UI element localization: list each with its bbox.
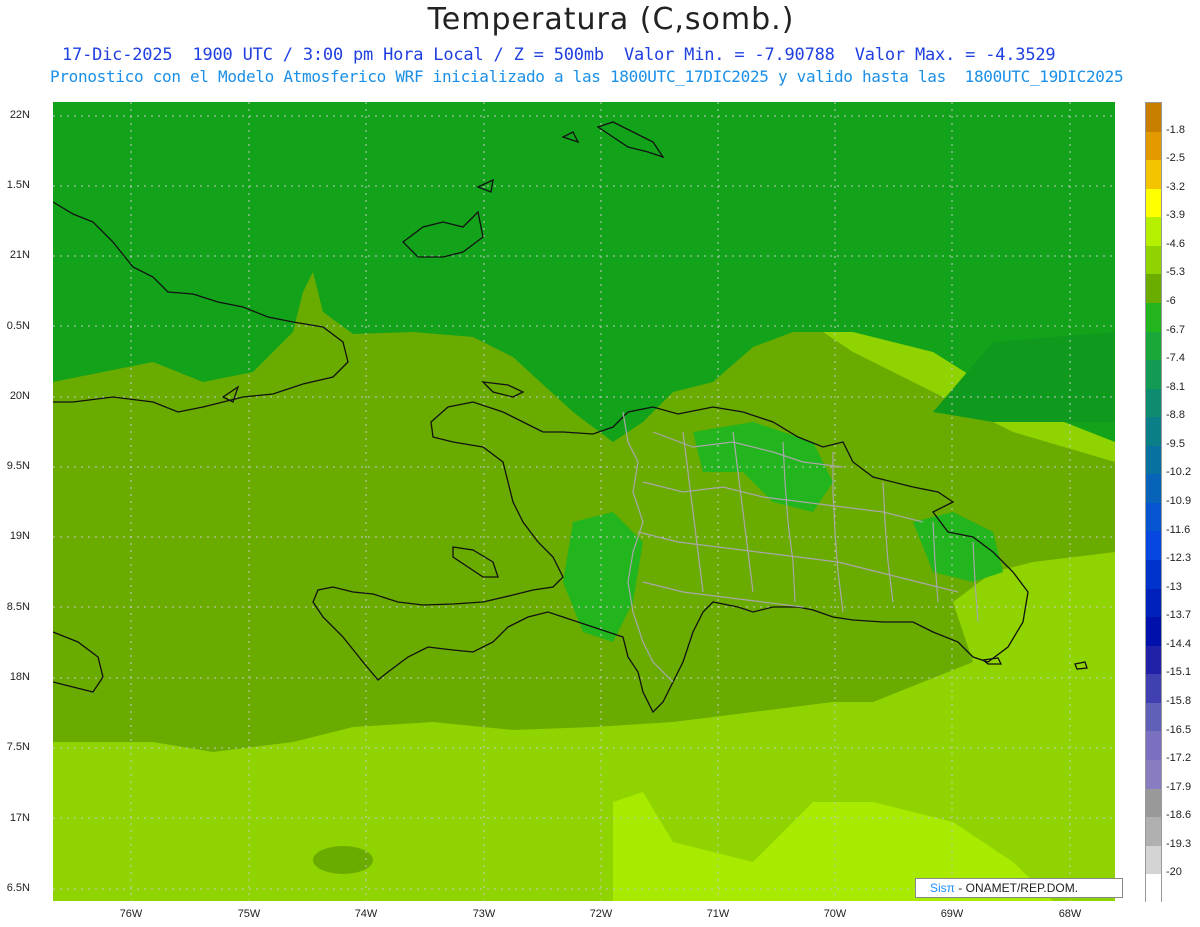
lat-label: 8.5N [6,601,30,613]
lon-label: 68W [1058,908,1082,920]
lon-label: 69W [940,908,964,920]
colorbar-label: -20 [1166,866,1182,879]
lat-label: 22N [9,109,30,121]
lat-label: 6.5N [6,882,30,894]
colorbar-swatch [1146,302,1161,332]
lon-label: 70W [823,908,847,920]
lat-label: 20N [9,390,30,402]
colorbar-label: -11.6 [1166,523,1191,536]
colorbar-swatch [1146,845,1161,875]
colorbar-swatch [1146,103,1161,132]
lat-label: 1.5N [6,179,30,191]
colorbar-swatch [1146,702,1161,732]
colorbar-label: -17.2 [1166,752,1192,765]
lat-label: 17N [9,812,30,824]
colorbar-swatch [1146,531,1161,560]
colorbar-swatch [1146,874,1161,903]
colorbar-label: -8.8 [1166,409,1185,422]
lat-label: 9.5N [6,460,30,472]
colorbar-swatch [1146,388,1161,418]
colorbar-swatch [1146,674,1161,703]
colorbar-label: -17.9 [1166,780,1192,793]
colorbar-label: -7.4 [1166,352,1185,365]
colorbar-label: -19.3 [1166,837,1192,850]
colorbar-label: -10.9 [1166,495,1192,507]
sispi-logo: Sisπ [930,881,955,895]
colorbar-label: -1.8 [1166,123,1185,136]
lat-label: 0.5N [6,320,30,332]
lon-label: 72W [589,908,613,920]
colorbar-label: -12.3 [1166,552,1192,565]
lat-label: 19N [9,530,30,542]
colorbar-label: -13 [1166,580,1182,593]
chart-title: Temperatura (C,somb.) [427,2,795,37]
colorbar-label: -14.4 [1166,637,1192,650]
colorbar-swatch [1146,788,1161,818]
colorbar-swatch [1146,474,1161,503]
colorbar-swatch [1146,274,1161,303]
colorbar-swatch [1146,759,1161,789]
field-mid-patch [313,846,373,874]
colorbar-swatch [1146,245,1161,275]
lon-label: 74W [354,908,378,920]
colorbar-label: -16.5 [1166,723,1192,736]
lat-label: 21N [9,249,30,261]
colorbar-label: -18.6 [1166,809,1192,822]
colorbar-label: -2.5 [1166,152,1185,165]
lon-label: 76W [119,908,143,920]
colorbar-swatch [1146,645,1161,675]
lat-label: 18N [9,671,30,683]
colorbar-swatch [1146,560,1161,589]
colorbar-swatch [1146,502,1161,532]
colorbar-swatch [1146,617,1161,646]
colorbar-swatch [1146,360,1161,389]
colorbar-label: -9.5 [1166,437,1185,450]
colorbar-label: -4.6 [1166,237,1185,250]
credit-text: - ONAMET/REP.DOM. [958,881,1079,895]
colorbar-label: -15.1 [1166,666,1192,679]
colorbar-swatch [1146,417,1161,446]
colorbar-swatch [1146,588,1161,618]
lon-label: 71W [706,908,730,920]
colorbar-swatch [1146,331,1161,361]
colorbar-label: -3.9 [1166,209,1185,222]
colorbar-swatch [1146,731,1161,760]
colorbar-label: -3.2 [1166,180,1185,193]
colorbar-label: -10.2 [1166,466,1192,479]
lat-label: 7.5N [6,741,30,753]
colorbar-swatch [1146,188,1161,218]
lon-label: 75W [237,908,261,920]
colorbar-label: -15.8 [1166,695,1192,707]
credit-box: Sisπ - ONAMET/REP.DOM. [915,878,1123,898]
colorbar [1145,102,1162,903]
colorbar-swatch [1146,217,1161,246]
colorbar-label: -8.1 [1166,380,1185,393]
temperature-map [53,102,1115,901]
colorbar-label: -5.3 [1166,266,1185,279]
colorbar-label: -6 [1166,295,1176,307]
colorbar-label: -6.7 [1166,323,1185,336]
chart-subtitle-date: 17-Dic-2025 1900 UTC / 3:00 pm Hora Loca… [62,45,1056,65]
colorbar-swatch [1146,445,1161,475]
colorbar-swatch [1146,131,1161,161]
chart-subtitle-model: Pronostico con el Modelo Atmosferico WRF… [50,67,1124,86]
colorbar-swatch [1146,160,1161,189]
lon-label: 73W [472,908,496,920]
colorbar-swatch [1146,817,1161,846]
colorbar-label: -13.7 [1166,609,1192,622]
